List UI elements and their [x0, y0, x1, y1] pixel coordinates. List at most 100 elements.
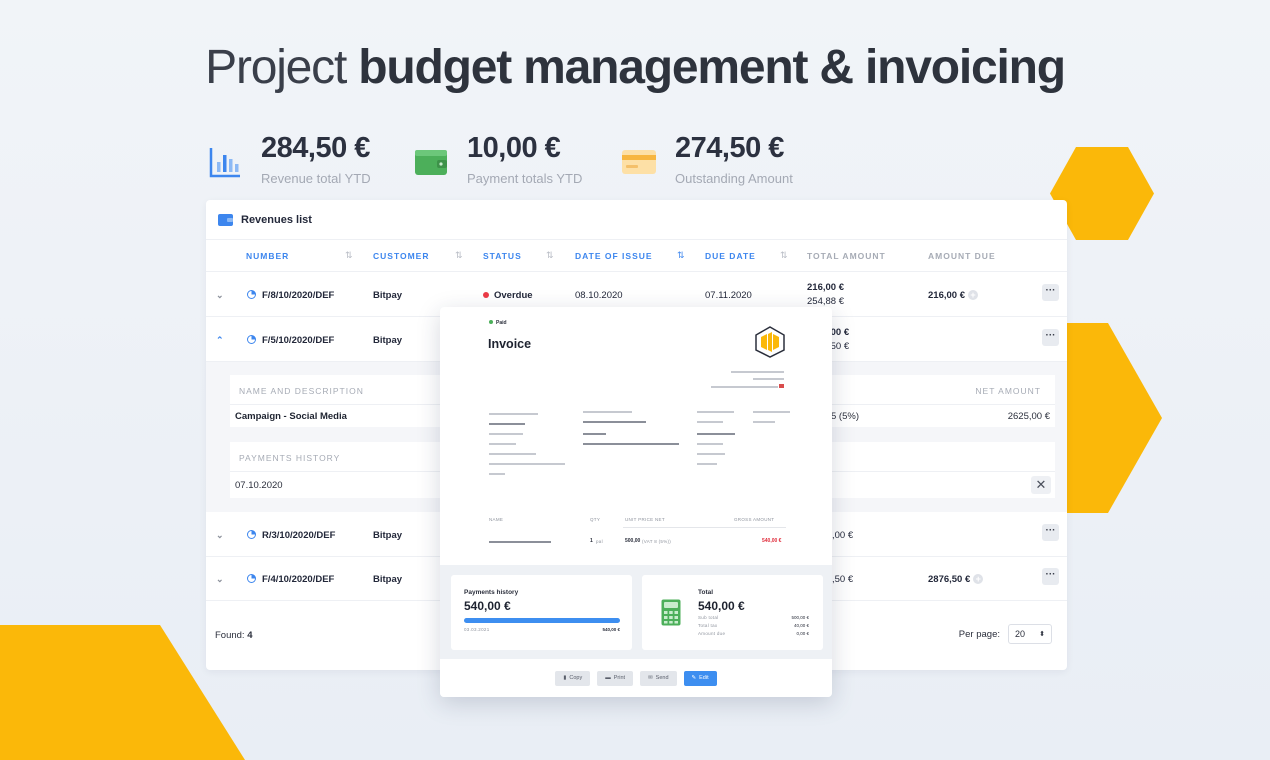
kpi-payments: 10,00 € Payment totals YTD — [411, 132, 582, 186]
bar-chart-icon — [205, 142, 245, 182]
payment-date: 07.10.2020 — [235, 480, 283, 491]
tax-value: 40,00 € — [794, 623, 809, 628]
col-due-date[interactable]: DUE DATE — [705, 251, 756, 261]
more-options-button[interactable]: ··· — [1042, 568, 1059, 585]
envelope-icon: ✉ — [648, 675, 653, 681]
kpi-value: 284,50 € — [261, 132, 371, 165]
customer-name: Bitpay — [373, 290, 402, 301]
progress-pie-icon — [247, 574, 256, 583]
col-customer[interactable]: CUSTOMER — [373, 251, 430, 261]
tax-label: Total tax — [698, 623, 717, 628]
print-button[interactable]: ▬Print — [597, 671, 633, 686]
payments-history-amount: 540,00 € — [464, 599, 511, 613]
invoice-vat: (VAT 8 (5%)) — [642, 539, 671, 544]
card-title: Revenues list — [241, 214, 312, 226]
invoice-actions: ▮Copy ▬Print ✉Send ✎Edit — [440, 659, 832, 697]
card-header: Revenues list — [206, 200, 1067, 240]
progress-pie-icon — [247, 530, 256, 539]
col-status[interactable]: STATUS — [483, 251, 522, 261]
subtotal-value: 500,00 € — [791, 615, 809, 620]
invoice-col-unit-price: UNIT PRICE NET — [625, 517, 665, 522]
more-options-button[interactable]: ··· — [1042, 524, 1059, 541]
amount-due: 2876,50 €+ — [928, 574, 983, 585]
kpi-revenue: 284,50 € Revenue total YTD — [205, 132, 371, 186]
plus-icon[interactable]: + — [968, 290, 978, 300]
send-button[interactable]: ✉Send — [640, 671, 676, 686]
wallet-icon — [218, 214, 233, 226]
kpi-label: Outstanding Amount — [675, 171, 793, 186]
total-amount: ,00 € — [832, 530, 853, 541]
company-logo-icon — [755, 326, 785, 358]
chevron-down-icon[interactable]: ⌄ — [216, 574, 224, 585]
total-amount: 216,00 € — [807, 282, 844, 293]
subtotal-label: Sub total — [698, 615, 718, 620]
col-amount-due: AMOUNT DUE — [928, 251, 996, 261]
date-of-issue: 08.10.2020 — [575, 290, 623, 301]
invoice-status: Paid — [489, 320, 507, 326]
per-page-select[interactable]: 20⬍ — [1008, 624, 1052, 644]
edit-button[interactable]: ✎Edit — [684, 671, 717, 686]
copy-icon: ▮ — [563, 675, 566, 681]
close-icon[interactable]: ✕ — [1031, 476, 1051, 494]
net-amount-header: NET AMOUNT — [975, 386, 1041, 396]
page-headline: Project budget management & invoicing — [0, 40, 1270, 95]
total-amount: ,50 € — [832, 574, 853, 585]
pagination: Per page: 20⬍ — [959, 624, 1052, 644]
invoice-number[interactable]: F/4/10/2020/DEF — [247, 574, 334, 585]
amount-due-label: Amount due — [698, 631, 725, 636]
name-description-header: NAME AND DESCRIPTION — [239, 386, 364, 396]
invoice-document: Paid Invoice NAME QTY UNIT PRICE NET GRO — [440, 307, 832, 565]
status-badge: Overdue — [483, 290, 533, 301]
calculator-icon — [661, 599, 681, 626]
printer-icon: ▬ — [605, 675, 611, 681]
invoice-unit-price: 500,00 — [625, 538, 640, 544]
pencil-icon: ✎ — [692, 675, 697, 681]
kpi-value: 274,50 € — [675, 132, 793, 165]
payment-amount: 540,00 € — [602, 627, 620, 632]
progress-pie-icon — [247, 335, 256, 344]
payment-progress-bar — [464, 618, 620, 623]
kpi-outstanding: 274,50 € Outstanding Amount — [619, 132, 793, 186]
kpi-value: 10,00 € — [467, 132, 582, 165]
invoice-col-gross: GROSS AMOUNT — [734, 517, 774, 522]
invoice-unit: pal — [596, 539, 603, 544]
wallet-icon — [411, 142, 451, 182]
chevron-down-icon[interactable]: ⌄ — [216, 290, 224, 301]
invoice-qty: 1 — [590, 538, 593, 544]
sort-icon[interactable]: ⇅ — [677, 250, 685, 261]
sort-icon[interactable]: ⇅ — [345, 250, 353, 261]
invoice-col-qty: QTY — [590, 517, 600, 522]
copy-button[interactable]: ▮Copy — [555, 671, 590, 686]
amount-due: 216,00 €+ — [928, 290, 978, 301]
invoice-preview: Paid Invoice NAME QTY UNIT PRICE NET GRO — [440, 307, 832, 697]
line-item-net: 2625,00 € — [1008, 411, 1050, 422]
sort-icon[interactable]: ⇅ — [455, 250, 463, 261]
invoice-number[interactable]: F/5/10/2020/DEF — [247, 335, 334, 346]
invoice-gross: 540,00 € — [762, 538, 781, 544]
credit-card-icon — [619, 142, 659, 182]
sort-icon[interactable]: ⇅ — [780, 250, 788, 261]
payments-history-card: Payments history 540,00 € 03.03.2021 540… — [451, 575, 632, 650]
payments-history-header: PAYMENTS HISTORY — [239, 453, 340, 463]
customer-name: Bitpay — [373, 335, 402, 346]
chevron-down-icon[interactable]: ⌄ — [216, 530, 224, 541]
progress-pie-icon — [247, 290, 256, 299]
kpi-label: Revenue total YTD — [261, 171, 371, 186]
invoice-number[interactable]: R/3/10/2020/DEF — [247, 530, 335, 541]
more-options-button[interactable]: ··· — [1042, 329, 1059, 346]
invoice-number[interactable]: F/8/10/2020/DEF — [247, 290, 334, 301]
payment-date: 03.03.2021 — [464, 627, 490, 632]
chevron-up-icon[interactable]: ⌃ — [216, 335, 224, 346]
kpi-label: Payment totals YTD — [467, 171, 582, 186]
plus-icon[interactable]: + — [973, 574, 983, 584]
table-header: NUMBER ⇅ CUSTOMER ⇅ STATUS ⇅ DATE OF ISS… — [206, 240, 1067, 272]
total-title: Total — [698, 589, 713, 596]
invoice-col-name: NAME — [489, 517, 503, 522]
line-item-vat: 5 (5%) — [831, 411, 859, 422]
col-number[interactable]: NUMBER — [246, 251, 289, 261]
sort-icon[interactable]: ⇅ — [546, 250, 554, 261]
payments-history-title: Payments history — [464, 589, 518, 596]
col-total-amount: TOTAL AMOUNT — [807, 251, 886, 261]
col-date-of-issue[interactable]: DATE OF ISSUE — [575, 251, 653, 261]
more-options-button[interactable]: ··· — [1042, 284, 1059, 301]
